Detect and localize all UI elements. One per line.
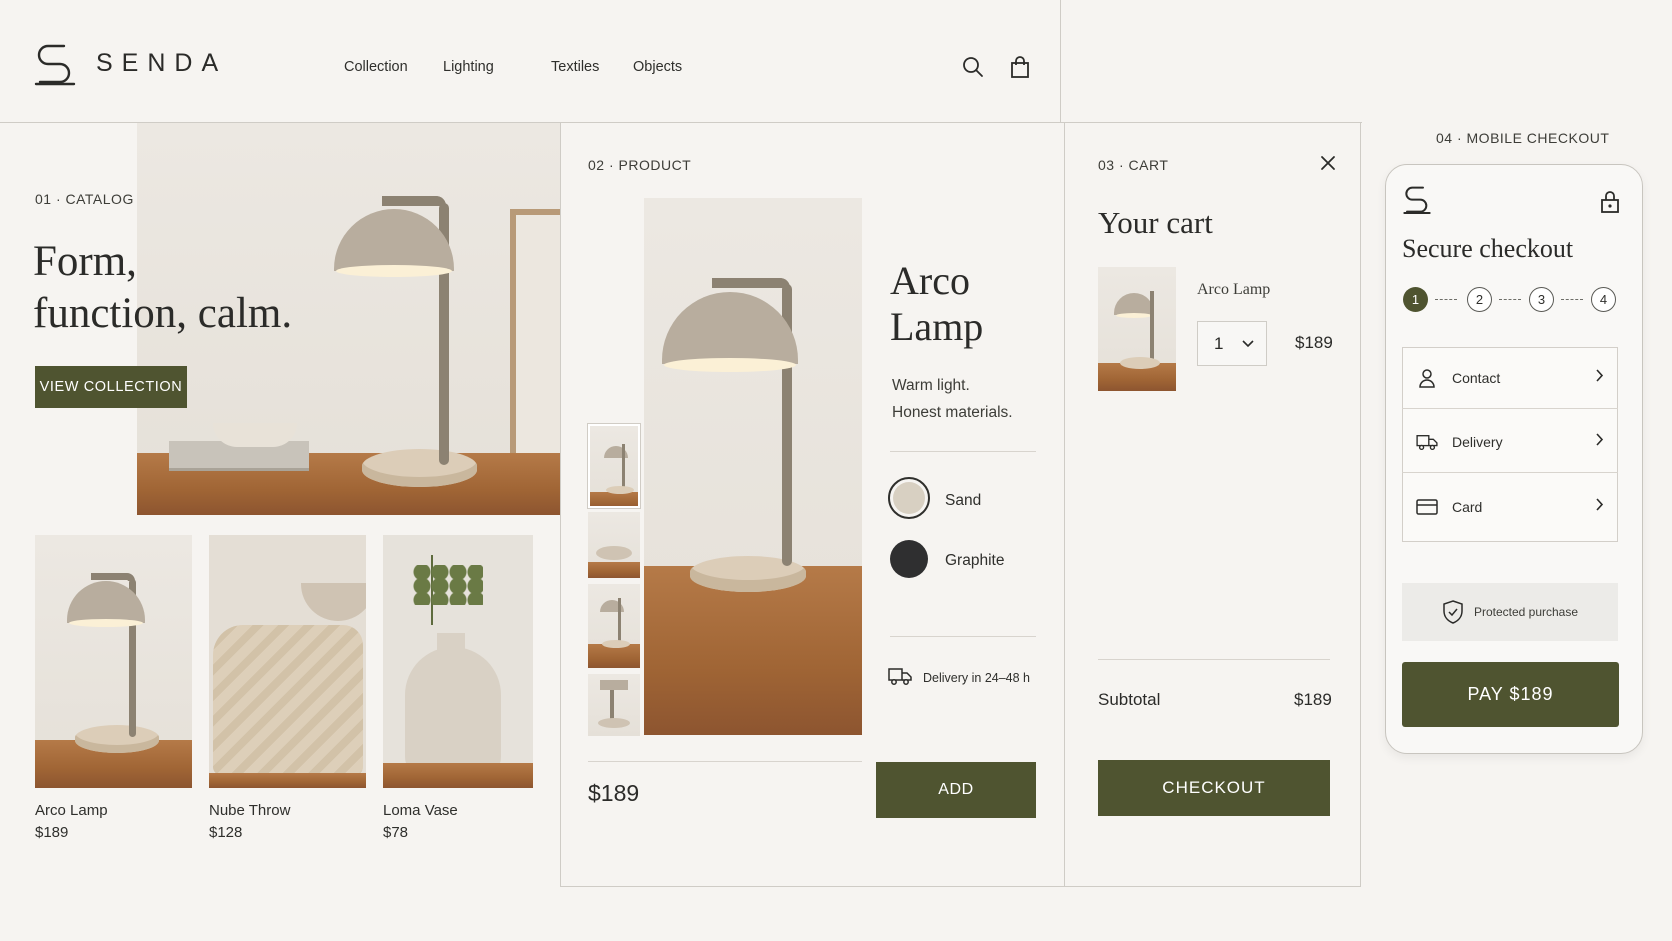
lock-icon bbox=[1600, 190, 1620, 219]
picture-frame bbox=[510, 209, 560, 479]
product-card-image[interactable] bbox=[35, 535, 192, 788]
close-icon[interactable] bbox=[1320, 155, 1336, 176]
thumbnail-image[interactable] bbox=[588, 512, 640, 578]
product-price: $189 bbox=[35, 824, 69, 841]
delivery-truck-icon bbox=[888, 666, 912, 691]
cart-item-image bbox=[1098, 267, 1176, 391]
user-icon bbox=[1416, 367, 1438, 389]
frame-divider bbox=[1064, 122, 1065, 887]
frame-divider bbox=[1360, 122, 1361, 887]
nav-lighting[interactable]: Lighting bbox=[443, 59, 494, 75]
cart-item-name: Arco Lamp bbox=[1197, 281, 1271, 298]
product-card-image[interactable] bbox=[209, 535, 366, 788]
search-icon[interactable] bbox=[962, 56, 984, 83]
quantity-select[interactable]: 1 bbox=[1197, 321, 1267, 366]
divider bbox=[1098, 659, 1330, 660]
chevron-right-icon bbox=[1596, 433, 1604, 451]
color-label-graphite: Graphite bbox=[945, 552, 1005, 569]
description-line: Honest materials. bbox=[892, 404, 1013, 421]
row-label: Delivery bbox=[1452, 434, 1503, 450]
thumbnail-image[interactable] bbox=[588, 424, 640, 508]
nav-textiles[interactable]: Textiles bbox=[551, 59, 599, 75]
shopping-bag-icon[interactable] bbox=[1009, 56, 1031, 83]
protected-purchase-text: Protected purchase bbox=[1473, 605, 1579, 619]
color-swatch-graphite[interactable] bbox=[890, 540, 928, 578]
nav-objects[interactable]: Objects bbox=[633, 59, 682, 75]
thumbnail-image[interactable] bbox=[588, 674, 640, 736]
headline-line: Form, bbox=[33, 238, 137, 285]
pay-button[interactable]: PAY $189 bbox=[1402, 662, 1619, 727]
step-indicator: 3 bbox=[1529, 287, 1554, 312]
product-card-caption[interactable]: Arco Lamp $189 bbox=[35, 800, 108, 844]
senda-logo-icon bbox=[34, 44, 76, 86]
product-name: Loma Vase bbox=[383, 802, 458, 819]
mobile-title: Secure checkout bbox=[1402, 234, 1574, 263]
view-collection-button[interactable]: VIEW COLLECTION bbox=[35, 366, 187, 408]
product-name: Arco Lamp bbox=[35, 802, 108, 819]
product-card-caption[interactable]: Loma Vase $78 bbox=[383, 800, 458, 844]
color-swatch-sand[interactable] bbox=[888, 477, 930, 519]
product-description: Warm light. Honest materials. bbox=[892, 372, 1013, 426]
divider bbox=[890, 451, 1036, 452]
description-line: Warm light. bbox=[892, 377, 970, 394]
chevron-right-icon bbox=[1596, 497, 1604, 516]
product-price: $128 bbox=[209, 824, 243, 841]
frame-divider bbox=[560, 122, 561, 887]
row-label: Contact bbox=[1452, 370, 1501, 386]
product-card-caption[interactable]: Nube Throw $128 bbox=[209, 800, 290, 844]
protected-purchase-badge: Protected purchase bbox=[1402, 583, 1618, 641]
chevron-down-icon bbox=[1242, 335, 1254, 353]
product-main-image bbox=[644, 198, 862, 735]
section-label-cart: 03 · CART bbox=[1098, 157, 1169, 173]
title-line: Lamp bbox=[890, 304, 984, 349]
credit-card-icon bbox=[1416, 496, 1438, 518]
product-price: $78 bbox=[383, 824, 409, 841]
senda-logo-icon bbox=[1403, 183, 1431, 220]
shield-check-icon bbox=[1442, 600, 1464, 624]
subtotal-label: Subtotal bbox=[1098, 690, 1161, 709]
add-to-cart-button[interactable]: ADD bbox=[876, 762, 1036, 818]
subtotal-value: $189 bbox=[1294, 690, 1332, 709]
delivery-info: Delivery in 24–48 h bbox=[923, 671, 1031, 685]
step-indicator: 1 bbox=[1403, 287, 1428, 312]
frame-divider bbox=[560, 886, 1361, 887]
divider bbox=[890, 636, 1036, 637]
color-label-sand: Sand bbox=[945, 492, 982, 509]
product-name: Nube Throw bbox=[209, 802, 291, 819]
title-line: Arco bbox=[890, 258, 970, 303]
quantity-value: 1 bbox=[1214, 333, 1224, 353]
cart-item-price: $189 bbox=[1295, 333, 1333, 352]
brand-name: SENDA bbox=[96, 48, 228, 77]
headline-line: function, calm. bbox=[33, 290, 293, 337]
step-connector bbox=[1435, 299, 1457, 300]
checkout-button[interactable]: CHECKOUT bbox=[1098, 760, 1330, 816]
step-indicator: 4 bbox=[1591, 287, 1616, 312]
checkout-row-card[interactable]: Card bbox=[1402, 476, 1618, 537]
step-connector bbox=[1499, 299, 1521, 300]
step-indicator: 2 bbox=[1467, 287, 1492, 312]
cart-title: Your cart bbox=[1098, 205, 1213, 240]
brand-logo[interactable]: SENDA bbox=[34, 40, 227, 86]
divider bbox=[588, 761, 862, 762]
thumbnail-image[interactable] bbox=[588, 584, 640, 668]
checkout-row-delivery[interactable]: Delivery bbox=[1402, 412, 1618, 473]
product-price: $189 bbox=[588, 780, 640, 806]
section-label-catalog: 01 · CATALOG bbox=[35, 191, 134, 207]
row-label: Card bbox=[1452, 498, 1483, 515]
delivery-truck-icon bbox=[1416, 431, 1438, 453]
product-title: Arco Lamp bbox=[890, 258, 983, 350]
product-card-image[interactable] bbox=[383, 535, 533, 788]
frame-divider bbox=[1060, 0, 1061, 123]
step-connector bbox=[1561, 299, 1583, 300]
section-label-product: 02 · PRODUCT bbox=[588, 157, 692, 173]
catalog-headline: Form, function, calm. bbox=[33, 236, 292, 340]
section-label-mobile: 04 · MOBILE CHECKOUT bbox=[1436, 130, 1610, 146]
chevron-right-icon bbox=[1596, 369, 1604, 387]
nav-collection[interactable]: Collection bbox=[344, 59, 408, 75]
checkout-row-contact[interactable]: Contact bbox=[1402, 348, 1618, 409]
